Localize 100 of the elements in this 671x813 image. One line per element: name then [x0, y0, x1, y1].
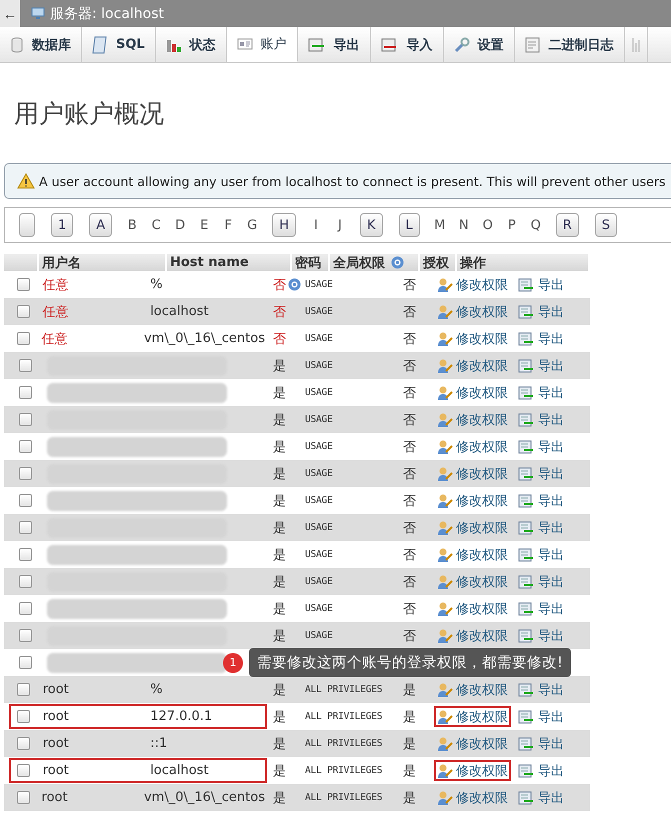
row-checkbox[interactable]: [18, 656, 32, 669]
edit-privileges-link[interactable]: 修改权限: [434, 436, 511, 457]
row-checkbox[interactable]: [18, 629, 32, 642]
row-checkbox[interactable]: [18, 359, 32, 372]
initial-filter[interactable]: D: [168, 218, 192, 232]
export-link[interactable]: 导出: [515, 436, 567, 457]
column-header[interactable]: 用户名: [39, 254, 167, 271]
user-cell-text: root: [42, 763, 70, 778]
edit-privileges-link[interactable]: 修改权限: [434, 571, 511, 592]
export-link[interactable]: 导出: [515, 355, 567, 376]
tab[interactable]: 导出: [298, 27, 371, 62]
export-link[interactable]: 导出: [515, 544, 567, 565]
export-link[interactable]: 导出: [515, 706, 567, 727]
row-checkbox[interactable]: [18, 440, 32, 453]
edit-privileges-link[interactable]: 修改权限: [434, 625, 511, 646]
edit-privileges-link[interactable]: 修改权限: [434, 355, 511, 376]
breadcrumb-link[interactable]: 服务器: localhost: [50, 4, 164, 22]
initial-filter[interactable]: F: [216, 218, 240, 232]
column-header[interactable]: 操作: [457, 254, 590, 271]
edit-privileges-link[interactable]: 修改权限: [434, 760, 511, 781]
initial-filter[interactable]: S: [594, 213, 618, 237]
initial-filter[interactable]: 1: [51, 213, 74, 237]
export-link[interactable]: 导出: [515, 517, 567, 538]
tab[interactable]: 二进制日志: [514, 27, 625, 62]
user-pencil-icon: [437, 330, 453, 346]
initial-filter[interactable]: Q: [524, 218, 548, 232]
edit-privileges-link[interactable]: 修改权限: [434, 409, 511, 430]
initial-filter[interactable]: J: [328, 218, 352, 232]
export-link[interactable]: 导出: [515, 409, 567, 430]
export-link[interactable]: 导出: [515, 490, 567, 511]
export-link[interactable]: 导出: [515, 760, 567, 781]
export-link[interactable]: 导出: [515, 625, 567, 646]
export-link[interactable]: 导出: [515, 301, 567, 322]
initial-filter[interactable]: H: [272, 213, 296, 237]
initial-filter[interactable]: [19, 213, 35, 237]
row-checkbox[interactable]: [17, 710, 30, 723]
row-checkbox[interactable]: [18, 602, 32, 615]
initial-filter[interactable]: P: [500, 218, 524, 232]
row-checkbox[interactable]: [17, 305, 30, 318]
tab[interactable]: 数据库: [0, 27, 82, 62]
edit-privileges-link[interactable]: 修改权限: [434, 517, 511, 538]
row-checkbox[interactable]: [17, 683, 30, 696]
export-link[interactable]: 导出: [515, 679, 567, 700]
monitor-icon: [31, 7, 45, 20]
edit-privileges-link[interactable]: 修改权限: [434, 733, 511, 754]
row-checkbox[interactable]: [18, 575, 32, 588]
column-header[interactable]: 全局权限: [330, 254, 420, 271]
initial-filter[interactable]: E: [192, 218, 216, 232]
row-checkbox[interactable]: [16, 332, 30, 345]
row-checkbox[interactable]: [18, 548, 32, 561]
tab[interactable]: 导入: [370, 27, 444, 62]
edit-privileges-link[interactable]: 修改权限: [434, 463, 511, 484]
initial-filter[interactable]: N: [452, 218, 476, 232]
initial-filter[interactable]: I: [304, 218, 328, 232]
edit-privileges-link[interactable]: 修改权限: [434, 382, 511, 403]
tab[interactable]: 账户: [226, 27, 298, 62]
row-checkbox[interactable]: [18, 521, 32, 534]
edit-privileges-link[interactable]: 修改权限: [434, 598, 511, 619]
export-link[interactable]: 导出: [515, 787, 567, 808]
row-checkbox[interactable]: [16, 791, 30, 804]
row-checkbox[interactable]: [17, 764, 30, 777]
export-link[interactable]: 导出: [515, 382, 567, 403]
row-checkbox[interactable]: [17, 278, 30, 291]
tab[interactable]: 设置: [444, 27, 515, 62]
export-link[interactable]: 导出: [515, 328, 567, 349]
column-header[interactable]: 密码: [292, 254, 330, 271]
initial-filter[interactable]: A: [89, 213, 112, 237]
privilege-cell: USAGE: [305, 630, 333, 641]
initial-filter[interactable]: O: [476, 218, 500, 232]
privilege-cell: USAGE: [305, 522, 333, 533]
initial-filter[interactable]: M: [428, 218, 452, 232]
edit-privileges-link[interactable]: 修改权限: [434, 544, 511, 565]
initial-filter[interactable]: R: [556, 213, 579, 237]
export-link[interactable]: 导出: [515, 274, 567, 295]
edit-privileges-link[interactable]: 修改权限: [434, 301, 511, 322]
column-header[interactable]: 授权: [420, 254, 457, 271]
password-cell-text: 是: [273, 546, 286, 564]
column-header[interactable]: Host name: [167, 254, 292, 271]
initial-filter[interactable]: L: [398, 213, 420, 237]
row-checkbox[interactable]: [18, 494, 32, 507]
export-link[interactable]: 导出: [515, 463, 567, 484]
tab[interactable]: SQL: [82, 27, 156, 62]
edit-privileges-link[interactable]: 修改权限: [434, 679, 511, 700]
back-button[interactable]: ←: [0, 0, 20, 27]
row-checkbox[interactable]: [17, 737, 30, 750]
initial-filter[interactable]: C: [144, 218, 168, 232]
initial-filter[interactable]: B: [120, 218, 144, 232]
export-link[interactable]: 导出: [515, 733, 567, 754]
initial-filter[interactable]: G: [240, 218, 264, 232]
export-link[interactable]: 导出: [515, 571, 567, 592]
edit-privileges-link[interactable]: 修改权限: [434, 328, 511, 349]
edit-privileges-link[interactable]: 修改权限: [434, 274, 511, 295]
export-link[interactable]: 导出: [515, 598, 567, 619]
row-checkbox[interactable]: [18, 386, 32, 399]
initial-filter[interactable]: K: [360, 213, 382, 237]
edit-privileges-link[interactable]: 修改权限: [434, 706, 511, 727]
row-checkbox[interactable]: [18, 413, 32, 426]
edit-privileges-link[interactable]: 修改权限: [434, 787, 511, 808]
edit-privileges-link[interactable]: 修改权限: [434, 490, 511, 511]
row-checkbox[interactable]: [18, 467, 32, 480]
